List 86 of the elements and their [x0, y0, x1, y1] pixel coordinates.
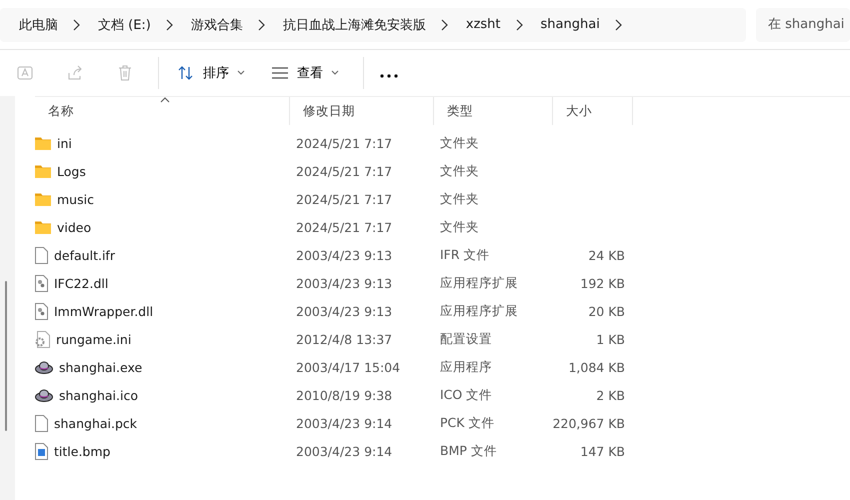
- folder-icon: [35, 164, 51, 178]
- trash-icon: [116, 64, 134, 82]
- share-icon: [66, 64, 84, 82]
- date-cell-text: 2003/4/23 9:13: [295, 248, 394, 262]
- breadcrumb-item[interactable]: 游戏合集: [190, 16, 243, 34]
- sort-arrows-icon: [177, 65, 195, 81]
- size-cell: 147 KB: [580, 444, 625, 458]
- search-field[interactable]: 在 shanghai: [756, 8, 850, 42]
- breadcrumb-item[interactable]: shanghai: [540, 17, 600, 32]
- type-cell-text: ICO 文件: [439, 386, 494, 404]
- file-icon: [35, 414, 48, 432]
- address-bar[interactable]: 此电脑 文档 (E:) 游戏合集 抗日血战上海滩免安装版 xzsht shanghai: [0, 8, 746, 42]
- type-cell-text: 应用程序: [439, 358, 493, 376]
- date-cell-text: 2003/4/17 15:04: [295, 360, 402, 374]
- rename-icon: [16, 64, 34, 82]
- chevron-right-icon[interactable]: [164, 18, 173, 30]
- file-name[interactable]: ini: [57, 136, 72, 150]
- list-lines-icon: [271, 66, 289, 80]
- file-name[interactable]: default.ifr: [54, 248, 115, 262]
- date-cell-text: 2003/4/23 9:14: [295, 416, 394, 430]
- chevron-right-icon[interactable]: [514, 18, 523, 30]
- size-cell: 2 KB: [596, 388, 625, 402]
- chevron-right-icon[interactable]: [256, 18, 265, 30]
- breadcrumb-item[interactable]: xzsht: [466, 17, 501, 32]
- file-name[interactable]: shanghai.pck: [54, 416, 138, 430]
- date-cell-text: 2012/4/8 13:37: [295, 332, 394, 346]
- type-cell-text: BMP 文件: [439, 442, 498, 460]
- date-cell-text: 2024/5/21 7:17: [295, 192, 394, 206]
- date-cell-text: 2024/5/21 7:17: [295, 164, 394, 178]
- file-name[interactable]: rungame.ini: [56, 332, 132, 346]
- type-cell-text: 应用程序扩展: [439, 302, 519, 320]
- column-header[interactable]: 修改日期: [290, 97, 434, 125]
- size-cell: 1,084 KB: [568, 360, 625, 374]
- file-name[interactable]: ImmWrapper.dll: [54, 304, 154, 318]
- date-cell-text: 2024/5/21 7:17: [295, 136, 394, 150]
- type-cell-text: PCK 文件: [439, 414, 496, 432]
- file-name[interactable]: Logs: [57, 164, 86, 178]
- caret-icon: [237, 70, 245, 76]
- file-name[interactable]: music: [57, 192, 94, 206]
- folder-icon: [35, 192, 51, 206]
- breadcrumb-item[interactable]: 此电脑: [19, 16, 58, 34]
- type-cell-text: 文件夹: [439, 218, 480, 236]
- type-cell-text: 配置设置: [439, 330, 493, 348]
- size-cell: 220,967 KB: [552, 416, 625, 430]
- folder-icon: [35, 220, 51, 234]
- size-cell: 20 KB: [588, 304, 625, 318]
- date-cell-text: 2003/4/23 9:13: [295, 276, 394, 290]
- type-cell-text: 文件夹: [439, 134, 480, 152]
- file-name[interactable]: IFC22.dll: [54, 276, 108, 290]
- hat-icon: [35, 360, 53, 374]
- file-name[interactable]: title.bmp: [54, 444, 110, 458]
- chevron-right-icon[interactable]: [440, 18, 448, 30]
- chevron-right-icon[interactable]: [614, 18, 622, 30]
- folder-icon: [35, 136, 51, 150]
- breadcrumb-item[interactable]: 抗日血战上海滩免安装版: [282, 16, 426, 34]
- file-name[interactable]: shanghai.exe: [59, 360, 142, 374]
- hat-icon: [35, 388, 53, 402]
- size-cell: 24 KB: [588, 248, 625, 262]
- file-icon: [35, 246, 48, 264]
- caret-icon: [331, 70, 339, 76]
- type-cell-text: 应用程序扩展: [439, 274, 519, 292]
- column-header[interactable]: 名称: [35, 97, 290, 125]
- type-cell-text: IFR 文件: [439, 246, 491, 264]
- date-cell-text: 2003/4/23 9:13: [295, 304, 394, 318]
- scrollbar-thumb[interactable]: [5, 281, 7, 431]
- date-cell-text: 2010/8/19 9:38: [295, 388, 394, 402]
- size-cell: 192 KB: [580, 276, 625, 290]
- view-button[interactable]: 查看: [261, 56, 349, 90]
- sort-button[interactable]: 排序: [167, 56, 255, 90]
- settings-file-icon: [35, 330, 50, 348]
- gear-file-icon: [35, 302, 48, 320]
- file-name[interactable]: shanghai.ico: [59, 388, 138, 402]
- date-cell-text: 2003/4/23 9:14: [295, 444, 394, 458]
- size-cell: 1 KB: [596, 332, 625, 346]
- file-name[interactable]: video: [57, 220, 92, 234]
- gear-file-icon: [35, 274, 48, 292]
- date-cell-text: 2024/5/21 7:17: [295, 220, 394, 234]
- column-header[interactable]: 类型: [434, 97, 553, 125]
- chevron-right-icon[interactable]: [72, 18, 80, 30]
- image-file-icon: [35, 442, 48, 460]
- sort-ascending-icon: [160, 97, 170, 103]
- type-cell-text: 文件夹: [439, 162, 480, 180]
- more-dots-icon: [380, 74, 398, 78]
- column-header[interactable]: 大小: [553, 97, 633, 125]
- breadcrumb-item[interactable]: 文档 (E:): [98, 16, 151, 34]
- type-cell-text: 文件夹: [439, 190, 480, 208]
